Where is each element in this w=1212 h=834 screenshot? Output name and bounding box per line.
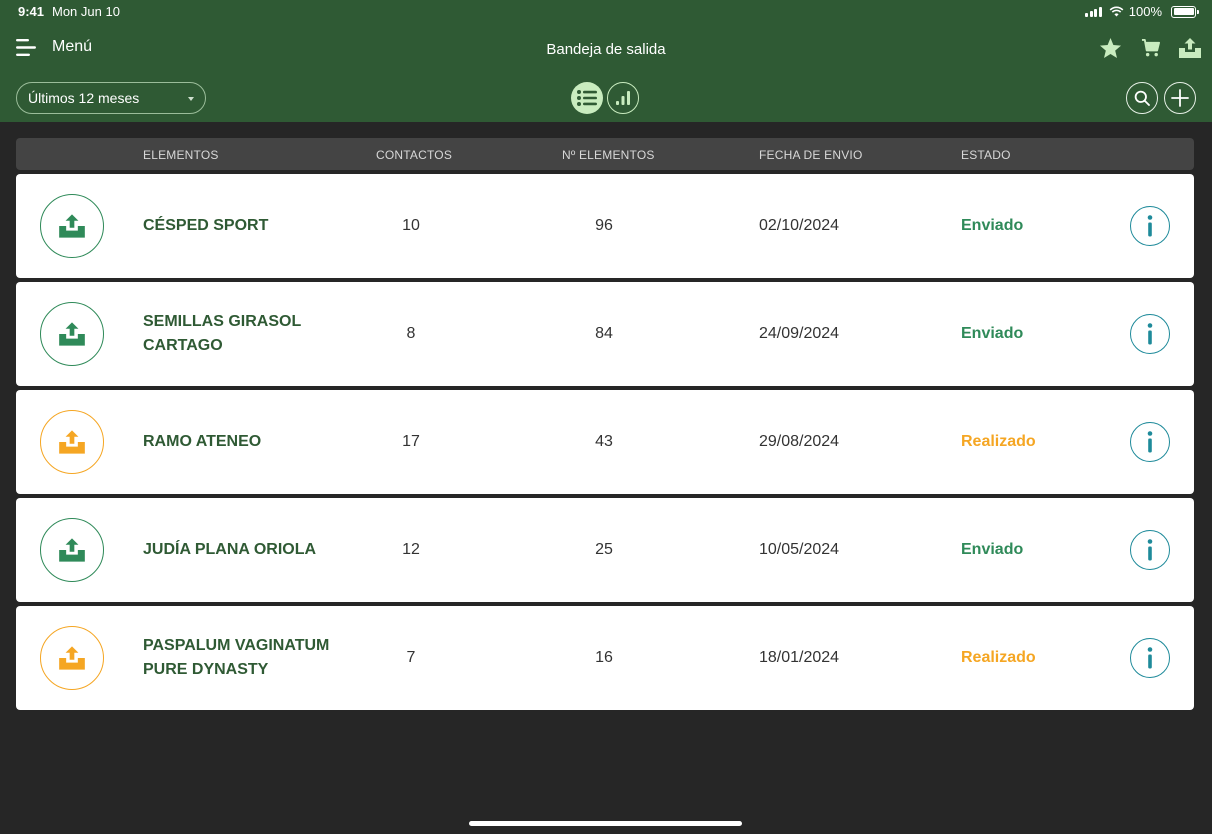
row-status-icon (40, 518, 104, 582)
list-icon (577, 90, 597, 106)
column-header-items: Nº ELEMENTOS (562, 148, 655, 162)
column-header-contacts: CONTACTOS (376, 148, 453, 162)
info-icon (1147, 539, 1153, 561)
plus-icon (1171, 89, 1189, 107)
status-date: Mon Jun 10 (52, 4, 120, 19)
row-name: CÉSPED SPORT (143, 217, 269, 234)
row-status-icon (40, 626, 104, 690)
row-contacts: 12 (402, 541, 420, 558)
favorites-button[interactable] (1098, 36, 1122, 60)
row-status: Enviado (961, 325, 1024, 342)
info-icon (1147, 323, 1153, 345)
row-name: SEMILLAS GIRASOL CARTAGO (143, 313, 301, 354)
cart-icon (1141, 39, 1160, 57)
table-row[interactable]: PASPALUM VAGINATUM PURE DYNASTY 7 16 18/… (16, 606, 1194, 710)
nav-bar: Menú Bandeja de salida (0, 30, 1212, 70)
info-button[interactable] (1130, 314, 1170, 354)
row-items: 25 (595, 541, 613, 558)
row-status: Realizado (961, 433, 1036, 450)
wifi-icon (1109, 6, 1124, 17)
filter-bar: Últimos 12 meses (0, 82, 1212, 114)
row-date: 10/05/2024 (759, 541, 840, 558)
row-status: Enviado (961, 217, 1024, 234)
outbox-list: CÉSPED SPORT 10 96 02/10/2024 Enviado SE… (16, 174, 1194, 714)
table-header: ELEMENTOS CONTACTOS Nº ELEMENTOS FECHA D… (16, 138, 1194, 170)
row-status: Realizado (961, 649, 1036, 666)
row-status: Enviado (961, 541, 1024, 558)
cart-button[interactable] (1138, 36, 1162, 60)
row-contacts: 10 (402, 217, 420, 234)
table-row[interactable]: SEMILLAS GIRASOL CARTAGO 8 84 24/09/2024… (16, 282, 1194, 386)
row-contacts: 8 (406, 325, 416, 342)
outbox-icon (59, 430, 85, 454)
row-date: 29/08/2024 (759, 433, 840, 450)
outbox-button[interactable] (1178, 36, 1202, 60)
app-header: 9:41 Mon Jun 10 100% Menú Bandeja de sal… (0, 0, 1212, 122)
status-time: 9:41 (18, 4, 45, 19)
row-items: 96 (595, 217, 613, 234)
info-button[interactable] (1130, 638, 1170, 678)
column-header-date: FECHA DE ENVIO (759, 148, 863, 162)
column-header-status: ESTADO (961, 148, 1011, 162)
info-icon (1147, 215, 1153, 237)
row-name: PASPALUM VAGINATUM PURE DYNASTY (143, 637, 330, 678)
add-button[interactable] (1164, 82, 1196, 114)
row-date: 02/10/2024 (759, 217, 840, 234)
caret-down-icon (188, 97, 194, 101)
app: 9:41 Mon Jun 10 100% Menú Bandeja de sal… (0, 0, 1212, 834)
chart-view-button[interactable] (607, 82, 639, 114)
signal-icon (1085, 6, 1102, 17)
row-items: 43 (595, 433, 613, 450)
row-contacts: 17 (402, 433, 420, 450)
bar-chart-icon (616, 91, 630, 105)
list-tools (1126, 82, 1196, 114)
search-button[interactable] (1126, 82, 1158, 114)
home-indicator (469, 821, 742, 826)
battery-percent: 100% (1128, 4, 1162, 19)
status-indicators: 100% (1085, 4, 1199, 19)
outbox-icon (59, 538, 85, 562)
row-contacts: 7 (406, 649, 416, 666)
info-icon (1147, 431, 1153, 453)
outbox-icon (59, 214, 85, 238)
info-button[interactable] (1130, 206, 1170, 246)
row-date: 24/09/2024 (759, 325, 840, 342)
row-name: JUDÍA PLANA ORIOLA (143, 541, 317, 558)
table-row[interactable]: CÉSPED SPORT 10 96 02/10/2024 Enviado (16, 174, 1194, 278)
column-header-elements: ELEMENTOS (143, 148, 219, 162)
list-view-button[interactable] (571, 82, 603, 114)
page-title: Bandeja de salida (546, 41, 666, 58)
row-status-icon (40, 302, 104, 366)
row-date: 18/01/2024 (759, 649, 840, 666)
outbox-icon (59, 322, 85, 346)
outbox-icon (59, 646, 85, 670)
row-items: 16 (595, 649, 613, 666)
info-button[interactable] (1130, 422, 1170, 462)
row-status-icon (40, 410, 104, 474)
period-select-value: Últimos 12 meses (28, 90, 140, 106)
status-bar: 9:41 Mon Jun 10 100% (0, 0, 1212, 24)
info-button[interactable] (1130, 530, 1170, 570)
star-icon (1099, 37, 1121, 59)
view-toggle (571, 82, 639, 114)
table-row[interactable]: RAMO ATENEO 17 43 29/08/2024 Realizado (16, 390, 1194, 494)
table-row[interactable]: JUDÍA PLANA ORIOLA 12 25 10/05/2024 Envi… (16, 498, 1194, 602)
period-select[interactable]: Últimos 12 meses (16, 82, 206, 114)
info-icon (1147, 647, 1153, 669)
header-actions (1098, 36, 1202, 60)
search-icon (1134, 90, 1150, 106)
outbox-icon (1179, 38, 1201, 58)
battery-icon (1171, 5, 1199, 18)
row-status-icon (40, 194, 104, 258)
row-name: RAMO ATENEO (143, 433, 262, 450)
row-items: 84 (595, 325, 613, 342)
